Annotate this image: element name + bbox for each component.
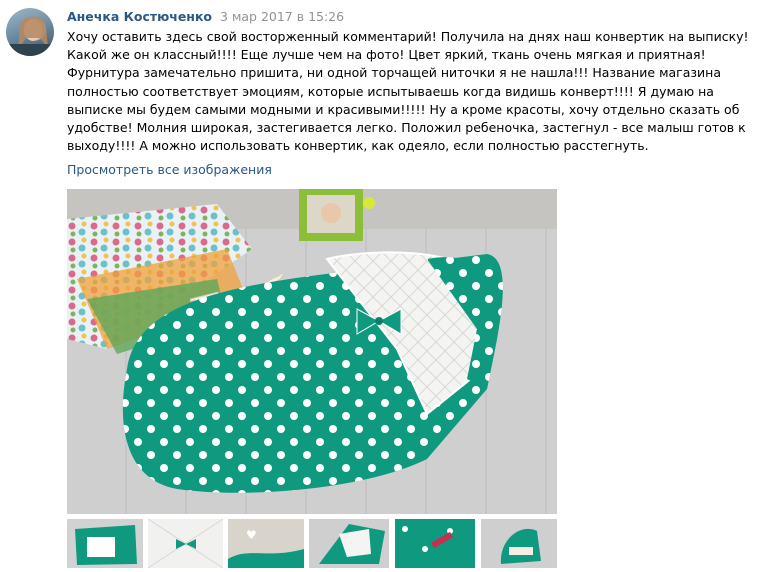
thumbnail-4[interactable] [309,519,389,568]
author-name[interactable]: Анечка Костюченко [67,9,212,24]
avatar[interactable] [6,8,54,56]
thumbnail-5[interactable] [395,519,475,568]
thumbnail-6[interactable] [481,519,557,568]
thumbnail-2[interactable] [148,519,223,568]
thumbnail-3[interactable]: ♥ [228,519,304,568]
post-text: Хочу оставить здесь свой восторженный ко… [67,29,749,154]
post-header: Анечка Костюченко 3 мар 2017 в 15:26 [67,9,344,25]
main-photo[interactable]: Любовь [67,189,557,514]
post-date[interactable]: 3 мар 2017 в 15:26 [220,9,344,24]
svg-text:♥: ♥ [246,528,257,542]
thumbnail-1[interactable] [67,519,143,568]
view-all-images-link[interactable]: Просмотреть все изображения [67,161,272,179]
